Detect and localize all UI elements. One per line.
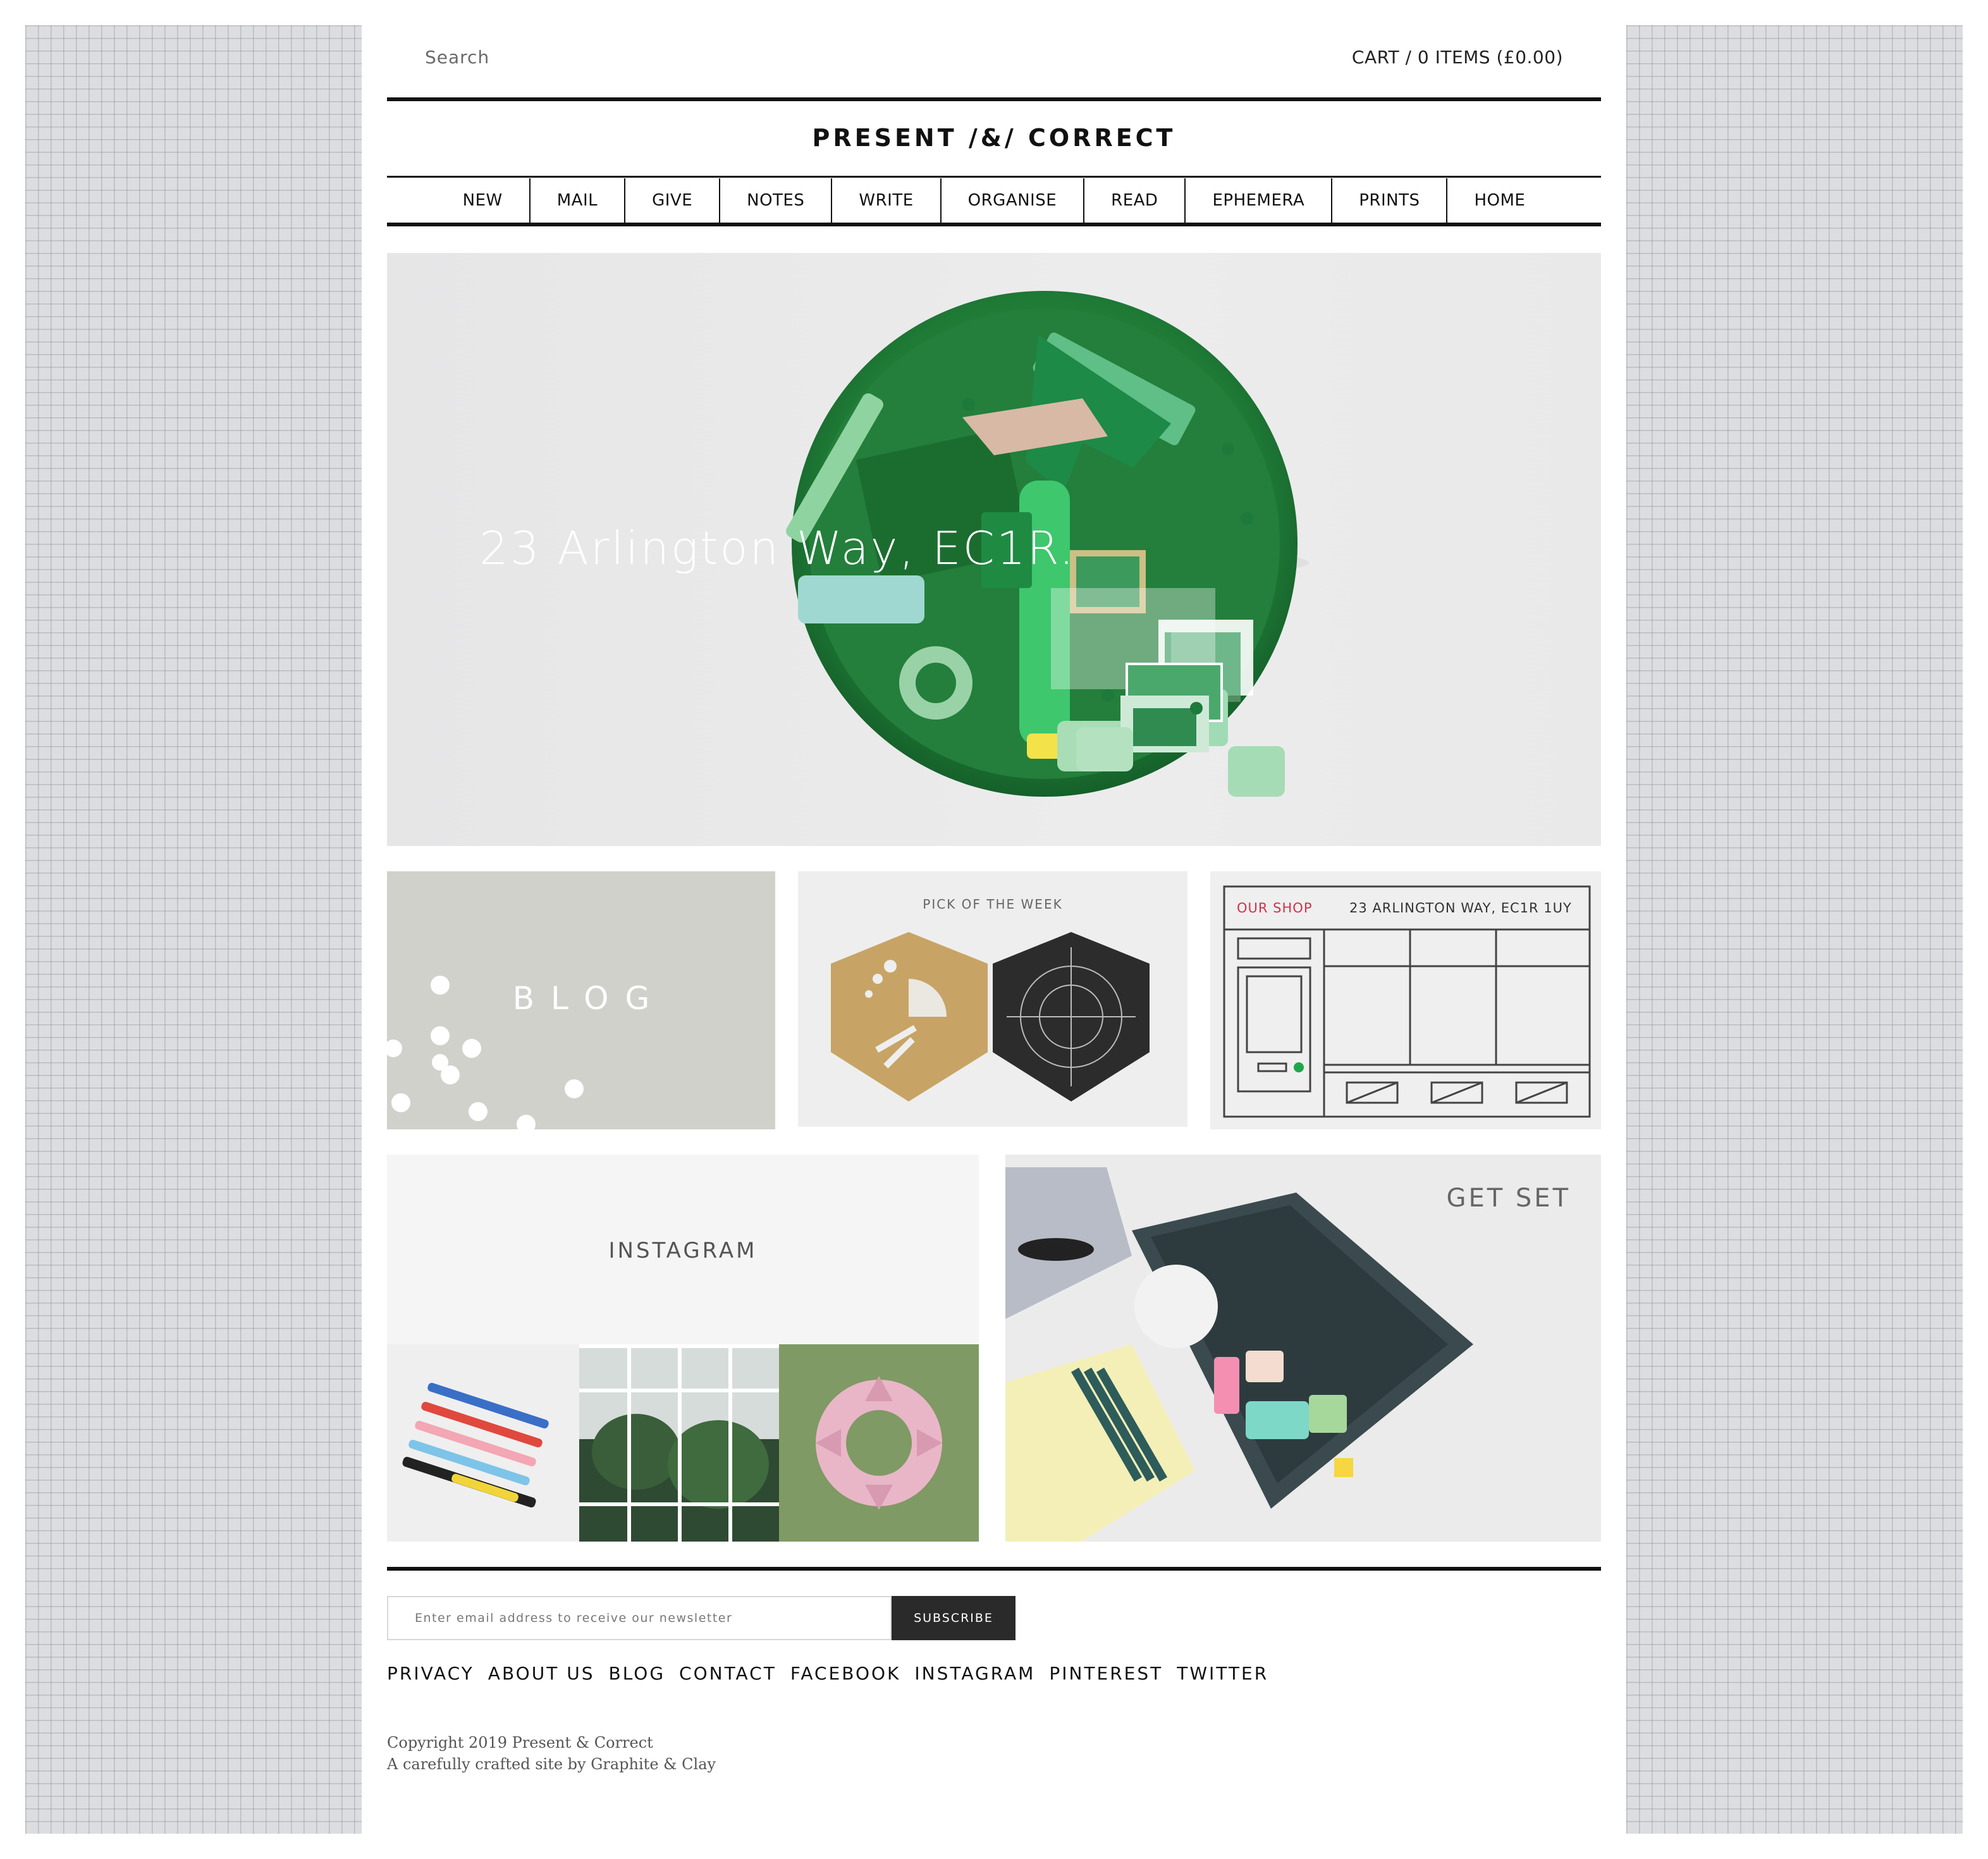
footer-link-blog[interactable]: BLOG — [608, 1663, 665, 1684]
footer-link-contact[interactable]: CONTACT — [679, 1663, 776, 1684]
footer-link-privacy[interactable]: PRIVACY — [387, 1663, 474, 1684]
nav-item-write[interactable]: WRITE — [831, 178, 940, 223]
newsletter-email-input[interactable]: Enter email address to receive our newsl… — [387, 1596, 892, 1640]
page-container: Search CART / 0 ITEMS (£0.00) PRESENT /&… — [387, 0, 1601, 1859]
nav-item-give[interactable]: GIVE — [624, 178, 719, 223]
pick-of-the-week-tile[interactable]: PICK OF THE WEEK — [798, 871, 1187, 1127]
instagram-photo-greenhouse[interactable] — [579, 1344, 779, 1542]
header-divider — [387, 97, 1601, 101]
footer-link-twitter[interactable]: TWITTER — [1177, 1663, 1268, 1684]
instagram-photo-pens[interactable] — [387, 1344, 579, 1542]
instagram-tile[interactable]: INSTAGRAM — [387, 1155, 979, 1542]
nav-item-ephemera[interactable]: EPHEMERA — [1184, 178, 1331, 223]
nav-item-organise[interactable]: ORGANISE — [940, 178, 1084, 223]
instagram-label: INSTAGRAM — [608, 1238, 758, 1263]
our-shop-label: OUR SHOP — [1237, 900, 1313, 916]
footer-link-facebook[interactable]: FACEBOOK — [790, 1663, 901, 1684]
footer-links: PRIVACY ABOUT US BLOG CONTACT FACEBOOK I… — [387, 1663, 1268, 1684]
graph-paper-background-right — [1626, 25, 1963, 1834]
nav-divider-top — [387, 176, 1601, 178]
nav-item-notes[interactable]: NOTES — [719, 178, 831, 223]
hexagon-stencil-image — [831, 932, 1150, 1101]
cart-link[interactable]: CART / 0 ITEMS (£0.00) — [1352, 47, 1563, 68]
footer-divider — [387, 1567, 1601, 1571]
graph-paper-background-left — [25, 25, 362, 1834]
nav-item-read[interactable]: READ — [1083, 178, 1184, 223]
footer-link-pinterest[interactable]: PINTEREST — [1049, 1663, 1163, 1684]
copyright-text: Copyright 2019 Present & Correct — [387, 1734, 653, 1752]
shop-address: 23 ARLINGTON WAY, EC1R 1UY — [1349, 900, 1572, 916]
footer-link-about-us[interactable]: ABOUT US — [488, 1663, 595, 1684]
subscribe-button[interactable]: SUBSCRIBE — [892, 1596, 1015, 1640]
greenhouse-image — [579, 1344, 779, 1542]
get-set-label: GET SET — [1446, 1184, 1571, 1213]
site-logo[interactable]: PRESENT /&/ CORRECT — [387, 124, 1601, 152]
paper-wreath-image — [816, 1376, 942, 1510]
blog-label: BLOG — [512, 980, 666, 1017]
hero-banner[interactable]: 23 Arlington Way, EC1R. — [387, 253, 1601, 846]
hero-caption: 23 Arlington Way, EC1R. — [479, 522, 1076, 575]
blog-tile[interactable]: BLOG — [387, 871, 775, 1129]
instagram-photo-wreath[interactable] — [779, 1344, 979, 1542]
search-input[interactable]: Search — [425, 47, 489, 68]
nav-item-prints[interactable]: PRINTS — [1331, 178, 1446, 223]
nav-item-new[interactable]: NEW — [436, 178, 529, 223]
footer-link-instagram[interactable]: INSTAGRAM — [914, 1663, 1035, 1684]
nav-item-home[interactable]: HOME — [1446, 178, 1552, 223]
our-shop-tile[interactable]: OUR SHOP 23 ARLINGTON WAY, EC1R 1UY — [1210, 871, 1601, 1129]
main-nav: NEW MAIL GIVE NOTES WRITE ORGANISE READ … — [387, 178, 1601, 223]
pens-image — [402, 1383, 549, 1508]
get-set-tile[interactable]: GET SET — [1005, 1155, 1601, 1542]
site-credit-text: A carefully crafted site by Graphite & C… — [387, 1755, 716, 1773]
nav-divider-bottom — [387, 223, 1601, 226]
nav-item-mail[interactable]: MAIL — [529, 178, 624, 223]
